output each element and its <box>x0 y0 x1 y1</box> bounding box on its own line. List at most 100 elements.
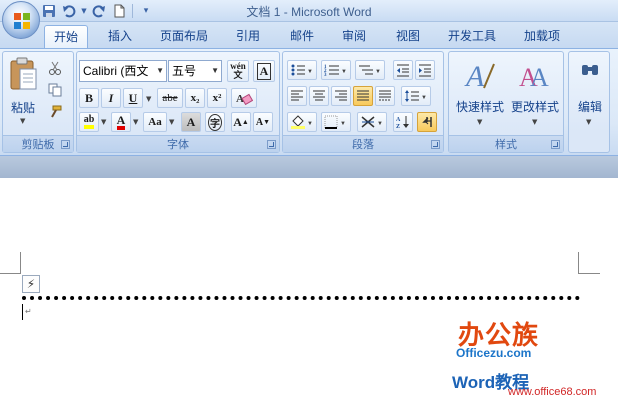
grow-font-button[interactable]: A ▲ <box>231 112 251 132</box>
quick-styles-label: 快速样式 <box>455 100 504 114</box>
align-left-button[interactable] <box>287 86 307 106</box>
svg-text:▼: ▼ <box>341 69 347 75</box>
tab-view[interactable]: 视图 <box>386 25 430 48</box>
decrease-indent-icon <box>397 64 409 77</box>
character-border-glyph: A <box>256 62 272 80</box>
save-icon[interactable] <box>40 2 58 20</box>
svg-text:▼: ▼ <box>307 69 313 75</box>
paste-dropdown-icon: ▼ <box>20 117 26 125</box>
tab-insert[interactable]: 插入 <box>98 25 142 48</box>
underline-button[interactable]: U <box>123 88 143 108</box>
svg-text:3: 3 <box>324 73 327 77</box>
italic-button[interactable]: I <box>101 88 121 108</box>
change-case-dropdown-icon[interactable]: ▼ <box>169 118 174 126</box>
align-right-button[interactable] <box>331 86 351 106</box>
tab-add-ins[interactable]: 加载项 <box>514 25 570 48</box>
justify-button[interactable] <box>353 86 373 106</box>
quick-styles-icon: A <box>464 60 495 92</box>
crop-mark-left-vertical <box>20 252 21 274</box>
format-painter-icon[interactable] <box>47 102 63 122</box>
character-shading-button[interactable]: A <box>181 112 201 132</box>
styles-dialog-launcher[interactable] <box>551 140 560 149</box>
numbering-button[interactable]: 1 2 3 ▼ <box>321 60 351 80</box>
bold-button[interactable]: B <box>79 88 99 108</box>
paste-button[interactable]: 粘贴 ▼ <box>5 55 41 131</box>
strikethrough-button[interactable]: abe <box>157 88 183 108</box>
align-center-icon <box>313 90 325 101</box>
align-right-icon <box>335 90 347 101</box>
tab-developer[interactable]: 开发工具 <box>440 25 504 48</box>
bullets-icon: ▼ <box>291 64 313 76</box>
tab-home[interactable]: 开始 <box>44 25 88 48</box>
font-color-button[interactable]: A <box>111 112 131 132</box>
svg-text:▼: ▼ <box>375 69 381 75</box>
font-name-combo[interactable]: Calibri (西文 ▼ <box>79 60 167 82</box>
highlight-dropdown-icon[interactable]: ▼ <box>101 118 106 126</box>
font-color-dropdown-icon[interactable]: ▼ <box>133 118 138 126</box>
clipboard-group: 粘贴 ▼ 剪贴板 <box>2 51 74 153</box>
redo-icon[interactable] <box>90 2 108 20</box>
office-button[interactable] <box>2 1 40 39</box>
shading-button[interactable]: ▼ <box>287 112 317 132</box>
increase-indent-icon <box>419 64 431 77</box>
autocorrect-options-icon[interactable]: ⚡ <box>22 275 40 293</box>
customize-dropdown-icon[interactable]: ▾ <box>137 2 155 20</box>
sort-button[interactable]: AZ <box>393 112 413 132</box>
cut-icon[interactable] <box>47 58 63 78</box>
grow-font-glyph: A <box>233 114 242 129</box>
line-spacing-button[interactable]: ▼ <box>401 86 431 106</box>
font-size-combo[interactable]: 五号 ▼ <box>168 60 222 82</box>
undo-icon[interactable] <box>60 2 78 20</box>
highlight-button[interactable]: ab <box>79 112 99 132</box>
tab-mailings[interactable]: 邮件 <box>280 25 324 48</box>
show-paragraph-marks-button[interactable] <box>417 112 437 132</box>
align-center-button[interactable] <box>309 86 329 106</box>
chinese-layout-button[interactable]: ▼ <box>357 112 387 132</box>
quick-styles-button[interactable]: A 快速样式 ▼ <box>453 56 507 132</box>
svg-text:A: A <box>530 63 549 92</box>
bullets-button[interactable]: ▼ <box>287 60 317 80</box>
quick-styles-dropdown-icon: ▼ <box>477 118 483 126</box>
character-border-button[interactable]: A <box>253 60 275 82</box>
change-styles-button[interactable]: A A 更改样式 ▼ <box>507 56 563 132</box>
font-size-value: 五号 <box>172 64 197 78</box>
editing-button[interactable]: 编辑 ▼ <box>571 56 609 136</box>
decrease-indent-button[interactable] <box>393 60 413 80</box>
tab-page-layout[interactable]: 页面布局 <box>152 25 216 48</box>
highlight-glyph: ab <box>83 115 95 129</box>
underline-dropdown-icon[interactable]: ▼ <box>146 95 151 103</box>
shrink-font-button[interactable]: A ▼ <box>253 112 273 132</box>
editing-label: 编辑 <box>577 100 602 114</box>
tab-references[interactable]: 引用 <box>226 25 270 48</box>
change-case-button[interactable]: Aa <box>143 112 167 132</box>
dotted-border-line <box>22 296 580 300</box>
enclose-characters-button[interactable]: 字 <box>205 112 225 132</box>
paragraph-group: ▼ 1 2 3 ▼ ▼ ▼ ▼ ▼ ▼ A Z 段落 <box>282 51 444 153</box>
superscript-button[interactable]: x² <box>207 88 227 108</box>
change-styles-label: 更改样式 <box>510 100 559 114</box>
multilevel-list-button[interactable]: ▼ <box>355 60 385 80</box>
copy-icon[interactable] <box>47 80 63 100</box>
borders-button[interactable]: ▼ <box>321 112 351 132</box>
line-spacing-icon: ▼ <box>405 90 427 102</box>
qat-separator <box>132 4 133 18</box>
multilevel-list-icon: ▼ <box>359 65 381 75</box>
office-logo-icon <box>14 13 30 29</box>
new-document-icon[interactable] <box>110 2 128 20</box>
watermark-site: Officezu.com <box>456 346 532 360</box>
undo-dropdown-icon[interactable]: ▼ <box>80 2 88 20</box>
editing-group: 编辑 ▼ <box>568 51 610 153</box>
increase-indent-button[interactable] <box>415 60 435 80</box>
phonetic-guide-button[interactable]: wén 文 <box>227 60 249 82</box>
clipboard-dialog-launcher[interactable] <box>61 140 70 149</box>
tab-review[interactable]: 审阅 <box>332 25 376 48</box>
paragraph-dialog-launcher[interactable] <box>431 140 440 149</box>
distributed-button[interactable] <box>375 86 395 106</box>
font-dialog-launcher[interactable] <box>267 140 276 149</box>
subscript-button[interactable]: x₂ <box>185 88 205 108</box>
clear-formatting-button[interactable]: A <box>231 88 257 108</box>
watermark-url: www.office68.com <box>508 386 597 398</box>
distributed-icon <box>379 90 391 101</box>
paragraph-group-label: 段落 <box>283 135 443 152</box>
find-binoculars-icon <box>582 65 598 75</box>
